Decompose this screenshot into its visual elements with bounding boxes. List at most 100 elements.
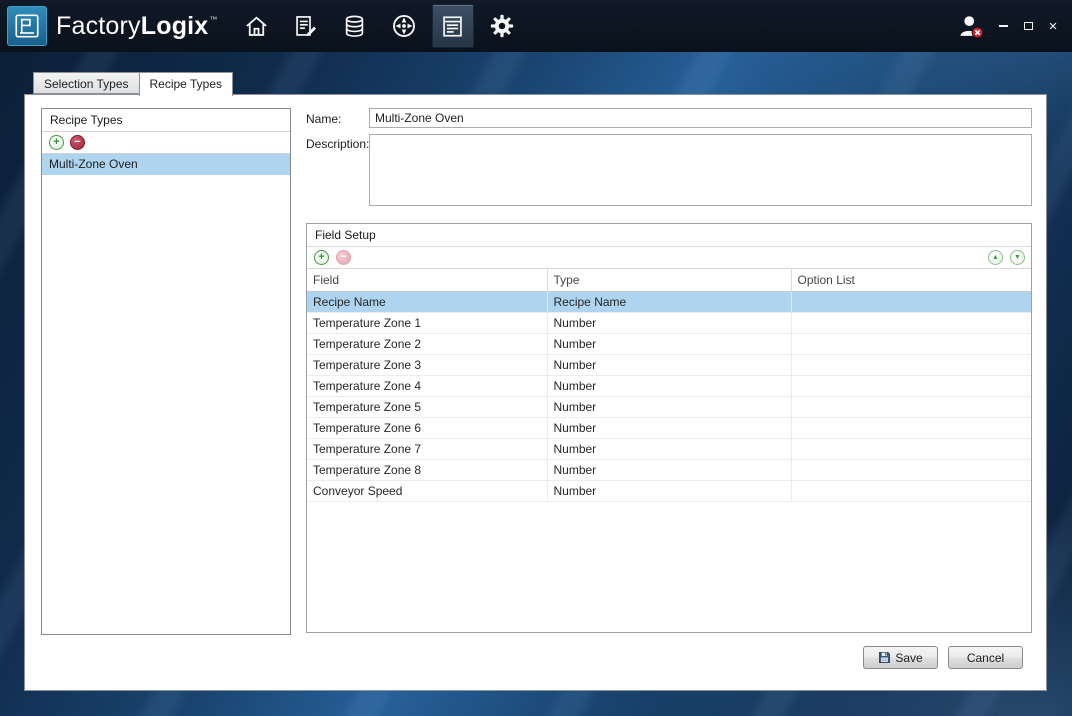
field-setup-cell[interactable]: Number <box>547 312 791 333</box>
field-setup-cell[interactable] <box>791 480 1031 501</box>
field-setup-table-body: Recipe NameRecipe NameTemperature Zone 1… <box>307 291 1031 501</box>
field-setup-cell[interactable]: Temperature Zone 5 <box>307 396 547 417</box>
save-button-label: Save <box>895 651 922 665</box>
field-setup-row[interactable]: Temperature Zone 1Number <box>307 312 1031 333</box>
field-setup-cell[interactable] <box>791 438 1031 459</box>
materials-nav-button[interactable] <box>334 4 376 48</box>
field-setup-cell[interactable] <box>791 417 1031 438</box>
app-window: FactoryLogix™ <box>0 0 1072 716</box>
field-setup-cell[interactable]: Number <box>547 375 791 396</box>
field-setup-cell[interactable] <box>791 354 1031 375</box>
form-document-icon <box>439 13 466 40</box>
field-setup-cell[interactable]: Temperature Zone 4 <box>307 375 547 396</box>
field-setup-cell[interactable] <box>791 396 1031 417</box>
field-setup-cell[interactable]: Temperature Zone 8 <box>307 459 547 480</box>
user-logout-icon <box>957 12 985 40</box>
recipe-types-listbox: Recipe Types + − Multi-Zone Oven <box>41 108 291 635</box>
field-setup-row[interactable]: Temperature Zone 2Number <box>307 333 1031 354</box>
compass-disc-icon <box>390 12 418 40</box>
field-setup-cell[interactable]: Temperature Zone 1 <box>307 312 547 333</box>
description-label: Description: <box>306 137 369 151</box>
tab-selection-types[interactable]: Selection Types <box>33 72 140 94</box>
column-header-option-list[interactable]: Option List <box>791 269 1031 291</box>
remove-field-button[interactable]: − <box>336 250 351 265</box>
field-setup-cell[interactable]: Conveyor Speed <box>307 480 547 501</box>
app-title: FactoryLogix™ <box>56 12 218 41</box>
factorylogix-logo-icon <box>7 6 47 46</box>
recipe-types-toolbar: + − <box>42 132 290 154</box>
field-setup-cell[interactable]: Recipe Name <box>307 291 547 312</box>
remove-recipe-type-button[interactable]: − <box>70 135 85 150</box>
maximize-icon <box>1024 22 1033 30</box>
document-pencil-icon <box>292 13 319 40</box>
process-editor-nav-button[interactable] <box>285 4 327 48</box>
maximize-button[interactable] <box>1017 14 1039 38</box>
tab-recipe-types[interactable]: Recipe Types <box>139 72 234 96</box>
field-setup-groupbox: Field Setup + − ▲ ▼ Field Type Option Li… <box>306 223 1032 633</box>
recipe-types-listbox-header: Recipe Types <box>42 109 290 132</box>
column-header-field[interactable]: Field <box>307 269 547 291</box>
brand-trademark: ™ <box>209 15 217 24</box>
tab-strip: Selection Types Recipe Types <box>33 72 233 96</box>
save-disk-icon <box>878 651 891 664</box>
description-textarea[interactable] <box>369 134 1032 206</box>
settings-nav-button[interactable] <box>481 4 523 48</box>
field-setup-cell[interactable] <box>791 333 1031 354</box>
minimize-icon <box>999 25 1008 27</box>
field-setup-toolbar: + − ▲ ▼ <box>307 247 1031 269</box>
field-setup-cell[interactable]: Temperature Zone 2 <box>307 333 547 354</box>
recipe-type-list: Multi-Zone Oven <box>42 154 290 175</box>
home-icon <box>243 13 270 40</box>
field-setup-row[interactable]: Temperature Zone 4Number <box>307 375 1031 396</box>
field-setup-cell[interactable]: Number <box>547 438 791 459</box>
field-setup-row[interactable]: Temperature Zone 6Number <box>307 417 1031 438</box>
window-controls: × <box>953 0 1064 52</box>
database-icon <box>341 13 368 40</box>
field-setup-cell[interactable] <box>791 459 1031 480</box>
save-button[interactable]: Save <box>863 646 938 669</box>
close-button[interactable]: × <box>1042 14 1064 38</box>
add-field-button[interactable]: + <box>314 250 329 265</box>
field-setup-cell[interactable]: Temperature Zone 7 <box>307 438 547 459</box>
field-setup-cell[interactable] <box>791 291 1031 312</box>
field-setup-cell[interactable]: Number <box>547 333 791 354</box>
field-setup-cell[interactable]: Number <box>547 354 791 375</box>
field-setup-cell[interactable]: Number <box>547 480 791 501</box>
move-field-down-button[interactable]: ▼ <box>1010 250 1025 265</box>
analytics-nav-button[interactable] <box>383 4 425 48</box>
brand-logix: Logix <box>141 12 209 40</box>
field-setup-header-row: Field Type Option List <box>307 269 1031 291</box>
gear-icon <box>488 12 516 40</box>
add-recipe-type-button[interactable]: + <box>49 135 64 150</box>
field-setup-cell[interactable]: Recipe Name <box>547 291 791 312</box>
brand-factory: Factory <box>56 12 141 40</box>
field-setup-header: Field Setup <box>307 224 1031 247</box>
move-field-up-button[interactable]: ▲ <box>988 250 1003 265</box>
recipe-types-page: Recipe Types + − Multi-Zone Oven Name: D… <box>24 94 1047 691</box>
minimize-button[interactable] <box>992 14 1014 38</box>
field-setup-row[interactable]: Recipe NameRecipe Name <box>307 291 1031 312</box>
name-input[interactable] <box>369 108 1032 128</box>
field-setup-cell[interactable]: Number <box>547 459 791 480</box>
field-setup-row[interactable]: Temperature Zone 5Number <box>307 396 1031 417</box>
recipe-type-item[interactable]: Multi-Zone Oven <box>42 154 290 175</box>
field-setup-cell[interactable]: Temperature Zone 3 <box>307 354 547 375</box>
name-label: Name: <box>306 112 341 126</box>
cancel-button[interactable]: Cancel <box>948 646 1023 669</box>
field-setup-row[interactable]: Temperature Zone 8Number <box>307 459 1031 480</box>
column-header-type[interactable]: Type <box>547 269 791 291</box>
home-nav-button[interactable] <box>236 4 278 48</box>
field-setup-row[interactable]: Temperature Zone 3Number <box>307 354 1031 375</box>
field-setup-cell[interactable] <box>791 312 1031 333</box>
user-session-button[interactable] <box>953 7 989 45</box>
main-nav <box>236 0 523 52</box>
field-setup-table: Field Type Option List Recipe NameRecipe… <box>307 269 1031 502</box>
production-templates-nav-button[interactable] <box>432 4 474 48</box>
field-setup-cell[interactable] <box>791 375 1031 396</box>
field-setup-cell[interactable]: Number <box>547 417 791 438</box>
field-setup-cell[interactable]: Number <box>547 396 791 417</box>
titlebar: FactoryLogix™ <box>0 0 1072 52</box>
field-setup-cell[interactable]: Temperature Zone 6 <box>307 417 547 438</box>
field-setup-row[interactable]: Conveyor SpeedNumber <box>307 480 1031 501</box>
field-setup-row[interactable]: Temperature Zone 7Number <box>307 438 1031 459</box>
